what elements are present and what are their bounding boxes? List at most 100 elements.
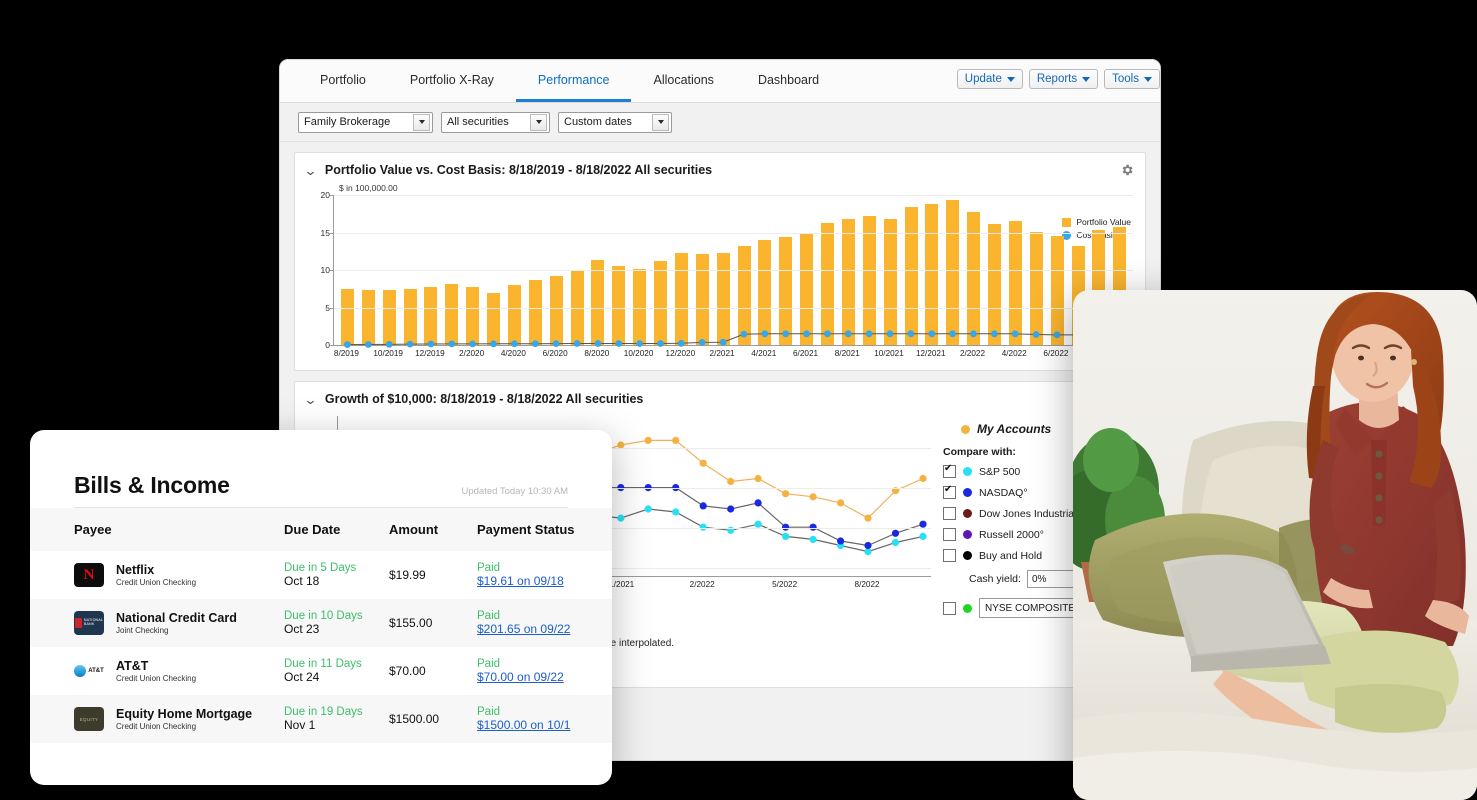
national-bank-logo: NATIONALBANK bbox=[74, 611, 104, 635]
table-row[interactable]: N NetflixCredit Union Checking Due in 5 Da… bbox=[30, 551, 612, 599]
tools-button[interactable]: Tools bbox=[1104, 69, 1160, 89]
reports-button[interactable]: Reports bbox=[1029, 69, 1098, 89]
column-header-due-date[interactable]: Due Date bbox=[284, 508, 389, 551]
table-row[interactable]: NATIONALBANK National Credit CardJoint Ch… bbox=[30, 599, 612, 647]
checkbox-dow-jones[interactable] bbox=[943, 507, 956, 520]
bills-table: Payee Due Date Amount Payment Status N Ne… bbox=[30, 508, 612, 743]
x-axis-tick-label: 6/2020 bbox=[543, 349, 568, 358]
compare-item-label: Russell 2000° bbox=[979, 529, 1044, 541]
tab-performance[interactable]: Performance bbox=[516, 60, 632, 102]
checkbox-buy-and-hold[interactable] bbox=[943, 549, 956, 562]
portfolio-chart-xaxis: 8/201910/201912/20192/20204/20206/20208/… bbox=[333, 346, 1133, 362]
update-button[interactable]: Update bbox=[957, 69, 1023, 89]
cell-amount: $70.00 bbox=[389, 647, 477, 695]
tab-dashboard[interactable]: Dashboard bbox=[736, 60, 841, 102]
checkbox-custom-index[interactable] bbox=[943, 602, 956, 615]
x-axis-tick-label: 10/2020 bbox=[624, 349, 654, 358]
window-action-buttons: Update Reports Tools bbox=[957, 69, 1160, 89]
x-axis-tick-label: 4/2020 bbox=[501, 349, 526, 358]
growth-card-title: Growth of $10,000: 8/18/2019 - 8/18/2022… bbox=[325, 392, 643, 406]
tab-label: Portfolio X-Ray bbox=[410, 73, 494, 87]
growth-card-header: ⌄ Growth of $10,000: 8/18/2019 - 8/18/20… bbox=[295, 382, 1145, 412]
table-row[interactable]: AT&TAT&TCredit Union CheckingDue in 11 D… bbox=[30, 647, 612, 695]
compare-item-label: Buy and Hold bbox=[979, 550, 1042, 562]
cell-amount: $1500.00 bbox=[389, 695, 477, 743]
y-axis-tick bbox=[330, 195, 334, 196]
netflix-logo: N bbox=[74, 563, 104, 587]
x-axis-tick-label: 8/2020 bbox=[584, 349, 609, 358]
portfolio-card-header: ⌄ Portfolio Value vs. Cost Basis: 8/18/2… bbox=[295, 153, 1145, 183]
legend-dot-icon bbox=[963, 604, 972, 613]
chevron-down-icon[interactable]: ⌄ bbox=[303, 393, 317, 406]
checkbox-russell-2000[interactable] bbox=[943, 528, 956, 541]
payment-detail-link[interactable]: $19.61 on 09/18 bbox=[477, 574, 612, 588]
y-axis-tick-label: 10 bbox=[312, 265, 330, 275]
portfolio-chart-yunit: $ in 100,000.00 bbox=[339, 183, 1133, 193]
legend-dot-icon bbox=[963, 467, 972, 476]
column-header-payee[interactable]: Payee bbox=[30, 508, 284, 551]
status-badge: Paid bbox=[477, 562, 612, 574]
gridline bbox=[334, 308, 1133, 309]
due-date-value: Oct 18 bbox=[284, 574, 389, 588]
cash-yield-label: Cash yield: bbox=[969, 573, 1021, 585]
due-in-label: Due in 19 Days bbox=[284, 706, 389, 718]
due-date-value: Oct 24 bbox=[284, 670, 389, 684]
chevron-down-icon bbox=[1082, 77, 1090, 82]
compare-item-label: S&P 500 bbox=[979, 466, 1020, 478]
woman-with-laptop-photo bbox=[1073, 290, 1477, 800]
cash-yield-input[interactable]: 0% bbox=[1027, 570, 1077, 588]
cell-payment-status: Paid$19.61 on 09/18 bbox=[477, 551, 612, 599]
account-filter-select[interactable]: Family Brokerage bbox=[298, 112, 433, 133]
payee-name: AT&T bbox=[116, 659, 196, 675]
x-axis-tick-label: 2/2021 bbox=[710, 349, 735, 358]
tab-portfolio-xray[interactable]: Portfolio X-Ray bbox=[388, 60, 516, 102]
x-axis-tick-label: 12/2019 bbox=[415, 349, 445, 358]
cell-payee: EQUITYEquity Home MortgageCredit Union C… bbox=[30, 695, 284, 743]
portfolio-bar-plot: 05101520 bbox=[333, 195, 1133, 346]
update-label: Update bbox=[965, 73, 1002, 85]
table-row[interactable]: EQUITYEquity Home MortgageCredit Union C… bbox=[30, 695, 612, 743]
chevron-down-icon bbox=[530, 114, 547, 131]
cell-due-date: Due in 5 DaysOct 18 bbox=[284, 551, 389, 599]
due-in-label: Due in 5 Days bbox=[284, 562, 389, 574]
column-header-amount[interactable]: Amount bbox=[389, 508, 477, 551]
x-axis-tick-label: 2/2022 bbox=[690, 580, 715, 589]
due-date-value: Oct 23 bbox=[284, 622, 389, 636]
cell-payment-status: Paid$201.65 on 09/22 bbox=[477, 599, 612, 647]
payee-account: Credit Union Checking bbox=[116, 578, 196, 587]
compare-item-label: NASDAQ° bbox=[979, 487, 1028, 499]
portfolio-card-title: Portfolio Value vs. Cost Basis: 8/18/201… bbox=[325, 163, 712, 177]
payment-detail-link[interactable]: $1500.00 on 10/1 bbox=[477, 718, 612, 732]
date-filter-value: Custom dates bbox=[564, 116, 644, 128]
x-axis-tick-label: 2/2022 bbox=[960, 349, 985, 358]
payment-detail-link[interactable]: $201.65 on 09/22 bbox=[477, 622, 612, 636]
checkbox-sp500[interactable] bbox=[943, 465, 956, 478]
y-axis-tick bbox=[330, 270, 334, 271]
checkbox-nasdaq[interactable] bbox=[943, 486, 956, 499]
y-axis-tick bbox=[330, 308, 334, 309]
tab-portfolio[interactable]: Portfolio bbox=[298, 60, 388, 102]
att-logo: AT&T bbox=[74, 659, 104, 683]
y-axis-tick-label: 0 bbox=[312, 340, 330, 350]
tab-allocations[interactable]: Allocations bbox=[631, 60, 735, 102]
cell-payment-status: Paid$70.00 on 09/22 bbox=[477, 647, 612, 695]
chevron-down-icon bbox=[1007, 77, 1015, 82]
cell-due-date: Due in 10 DaysOct 23 bbox=[284, 599, 389, 647]
legend-dot-icon bbox=[963, 488, 972, 497]
payee-account: Joint Checking bbox=[116, 626, 237, 635]
payee-name: National Credit Card bbox=[116, 611, 237, 627]
due-in-label: Due in 10 Days bbox=[284, 610, 389, 622]
column-header-payment-status[interactable]: Payment Status bbox=[477, 508, 612, 551]
chevron-down-icon[interactable]: ⌄ bbox=[303, 164, 317, 177]
tab-bar: Portfolio Portfolio X-Ray Performance Al… bbox=[280, 60, 1160, 103]
account-filter-value: Family Brokerage bbox=[304, 116, 402, 128]
gear-icon[interactable] bbox=[1120, 163, 1134, 182]
date-filter-select[interactable]: Custom dates bbox=[558, 112, 672, 133]
legend-dot-icon bbox=[963, 551, 972, 560]
status-badge: Paid bbox=[477, 706, 612, 718]
security-filter-select[interactable]: All securities bbox=[441, 112, 550, 133]
portfolio-value-card: ⌄ Portfolio Value vs. Cost Basis: 8/18/2… bbox=[294, 152, 1146, 371]
cell-amount: $19.99 bbox=[389, 551, 477, 599]
payee-name: Netflix bbox=[116, 563, 196, 579]
payment-detail-link[interactable]: $70.00 on 09/22 bbox=[477, 670, 612, 684]
